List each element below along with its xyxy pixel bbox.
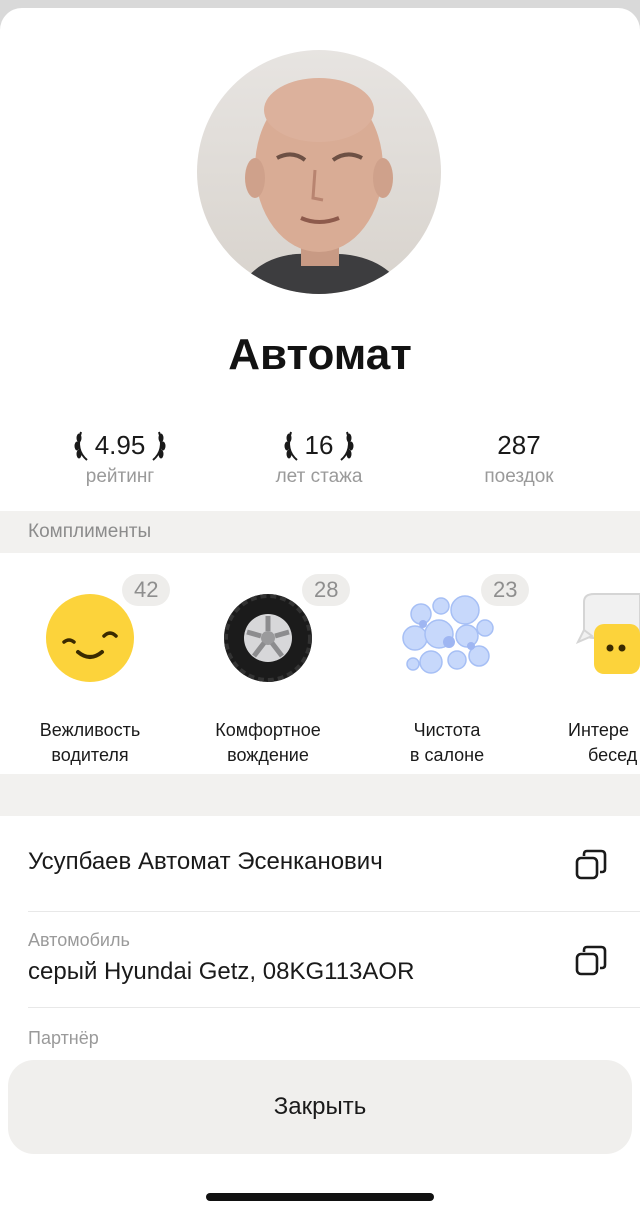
- stat-trips-value: 287: [497, 430, 541, 460]
- driver-name: Автомат: [228, 330, 412, 379]
- copy-icon[interactable]: [574, 944, 608, 978]
- car-label: Автомобиль: [28, 930, 130, 950]
- car-value: серый Hyundai Getz, 08KG113AOR: [28, 958, 415, 985]
- compliment-label: Вежливость водителя: [39, 720, 141, 765]
- laurel-right-icon: [152, 431, 166, 461]
- home-indicator: [206, 1193, 434, 1201]
- full-name-row[interactable]: Усупбаев Автомат Эсенканович: [0, 816, 640, 912]
- stat-rating-label: рейтинг: [85, 466, 155, 487]
- stat-experience: 16 лет стажа: [229, 428, 409, 488]
- smiley-icon: [46, 594, 134, 682]
- partner-label: Партнёр: [28, 1028, 99, 1048]
- partner-row[interactable]: Партнёр: [0, 1008, 640, 1058]
- compliments-title: Комплименты: [28, 521, 152, 542]
- driver-avatar: [197, 50, 441, 294]
- stat-experience-label: лет стажа: [275, 466, 363, 487]
- compliment-label: Чистота в салоне: [409, 720, 485, 765]
- stat-trips-label: поездок: [484, 466, 554, 487]
- compliment-label: Интере бесед: [568, 720, 638, 765]
- chat-icon: [576, 593, 640, 674]
- close-button[interactable]: Закрыть: [8, 1060, 632, 1154]
- driver-photo: [237, 78, 405, 294]
- compliment-item[interactable]: Интере бесед: [520, 568, 640, 788]
- stat-trips: 287 поездок: [429, 428, 609, 488]
- laurel-right-icon: [340, 431, 354, 461]
- compliment-label: Комфортное вождение: [215, 720, 321, 765]
- stat-experience-value: 16: [304, 430, 334, 460]
- full-name-text: Усупбаев Автомат Эсенканович: [28, 848, 383, 875]
- stat-rating: 4.95 рейтинг: [30, 428, 210, 488]
- laurel-left-icon: [74, 431, 88, 461]
- bubbles-icon: [402, 595, 494, 674]
- copy-icon[interactable]: [574, 848, 608, 882]
- section-divider: [0, 774, 640, 816]
- car-row[interactable]: Автомобиль серый Hyundai Getz, 08KG113AO…: [0, 912, 640, 1008]
- stat-rating-value: 4.95: [94, 430, 146, 460]
- driver-info-sheet: Автомат 4.95 рейтинг 16 лет стажа 287 по…: [0, 8, 640, 1220]
- tire-icon: [224, 594, 312, 682]
- laurel-left-icon: [284, 431, 298, 461]
